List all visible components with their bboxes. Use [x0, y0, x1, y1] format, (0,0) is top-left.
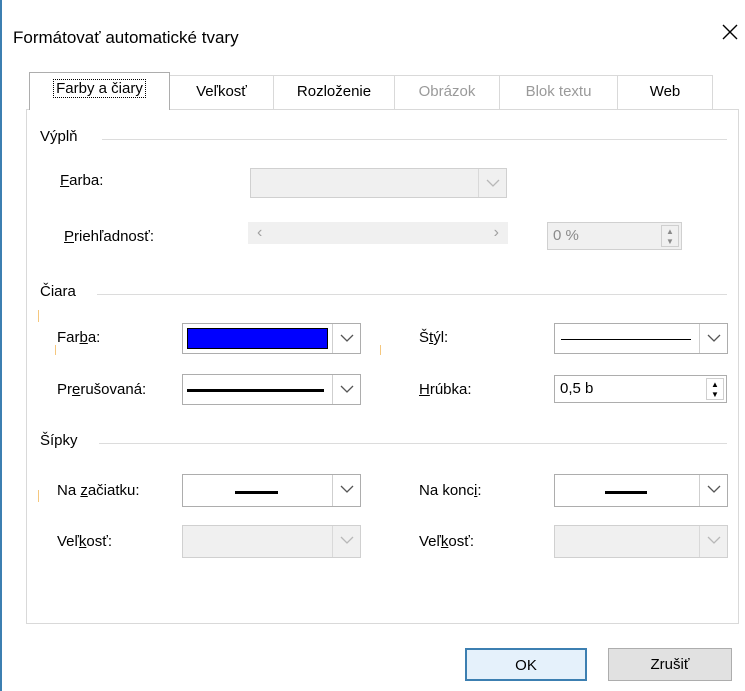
line-weight-spinner[interactable]: 0,5 b ▲ ▼	[554, 375, 727, 403]
close-icon[interactable]	[716, 18, 744, 46]
tick-mark	[38, 490, 39, 502]
chevron-down-icon[interactable]	[478, 169, 506, 197]
chevron-down-icon[interactable]	[699, 324, 727, 353]
chevron-right-icon[interactable]: ›	[494, 224, 499, 242]
transparency-spinner[interactable]: 0 % ▲ ▼	[547, 222, 682, 250]
tab-rozlozenie[interactable]: Rozloženie	[274, 75, 395, 109]
tab-farby-a-ciary[interactable]: Farby a čiary	[29, 72, 170, 110]
arrow-begin-combo[interactable]	[182, 474, 361, 507]
arrows-divider	[99, 443, 727, 444]
tab-label: Farby a čiary	[53, 79, 146, 98]
arrow-end-size-combo[interactable]	[554, 525, 728, 558]
transparency-value: 0 %	[553, 227, 579, 244]
window-title: Formátovať automatické tvary	[13, 28, 239, 47]
fill-color-combo[interactable]	[250, 168, 507, 198]
tab-blok-textu[interactable]: Blok textu	[500, 75, 618, 109]
title-bar: Formátovať automatické tvary	[4, 0, 745, 58]
tab-label: Blok textu	[525, 83, 592, 100]
transparency-slider[interactable]: ‹ ›	[248, 222, 508, 244]
arrow-begin-preview	[235, 490, 278, 494]
dashed-style-preview	[187, 388, 324, 392]
chevron-left-icon[interactable]: ‹	[257, 224, 262, 242]
tab-label: Veľkosť	[196, 83, 247, 100]
tick-mark	[55, 345, 56, 355]
line-color-combo[interactable]	[182, 323, 361, 354]
chevron-down-icon[interactable]	[332, 324, 360, 353]
spinner-arrows-icon[interactable]: ▲ ▼	[706, 378, 724, 400]
arrows-section-heading: Šípky	[40, 432, 78, 449]
arrow-end-label: Na konci:	[419, 482, 482, 499]
arrow-end-preview	[605, 490, 647, 494]
line-style-label: Štýl:	[419, 329, 449, 346]
chevron-down-icon[interactable]	[699, 526, 727, 557]
arrow-begin-size-label: Veľkosť:	[57, 533, 113, 550]
line-divider	[97, 294, 727, 295]
color-swatch	[187, 328, 328, 349]
arrow-begin-label: Na začiatku:	[57, 482, 140, 499]
line-section-heading: Čiara	[40, 283, 76, 300]
ok-button[interactable]: OK	[465, 648, 587, 681]
tab-web[interactable]: Web	[618, 75, 713, 109]
line-weight-value: 0,5 b	[560, 380, 594, 397]
fill-color-label: Farba:	[60, 172, 104, 189]
tick-mark	[380, 345, 381, 355]
line-style-combo[interactable]	[554, 323, 728, 354]
fill-transparency-label: Priehľadnosť:	[64, 228, 155, 245]
chevron-down-icon[interactable]	[332, 475, 360, 506]
arrow-end-combo[interactable]	[554, 474, 728, 507]
fill-divider	[102, 139, 727, 140]
arrow-begin-size-combo[interactable]	[182, 525, 361, 558]
cancel-button[interactable]: Zrušiť	[608, 648, 732, 681]
line-color-label: Farba:	[57, 329, 101, 346]
tab-label: Rozloženie	[296, 83, 372, 100]
tab-velkost[interactable]: Veľkosť	[170, 75, 274, 109]
chevron-down-icon[interactable]	[332, 526, 360, 557]
tab-label: Obrázok	[418, 83, 476, 100]
chevron-down-icon[interactable]	[332, 375, 360, 404]
line-style-preview	[561, 338, 691, 340]
tick-mark	[38, 310, 39, 322]
fill-section-heading: Výplň	[40, 128, 78, 145]
line-weight-label: Hrúbka:	[419, 381, 472, 398]
line-dashed-combo[interactable]	[182, 374, 361, 405]
spinner-arrows-icon[interactable]: ▲ ▼	[661, 225, 679, 247]
dialog-window: Formátovať automatické tvary Farby a čia…	[0, 0, 745, 691]
tab-obrazok[interactable]: Obrázok	[395, 75, 500, 109]
tab-label: Web	[649, 83, 681, 100]
line-dashed-label: Prerušovaná:	[57, 381, 147, 398]
chevron-down-icon[interactable]	[699, 475, 727, 506]
arrow-end-size-label: Veľkosť:	[419, 533, 475, 550]
